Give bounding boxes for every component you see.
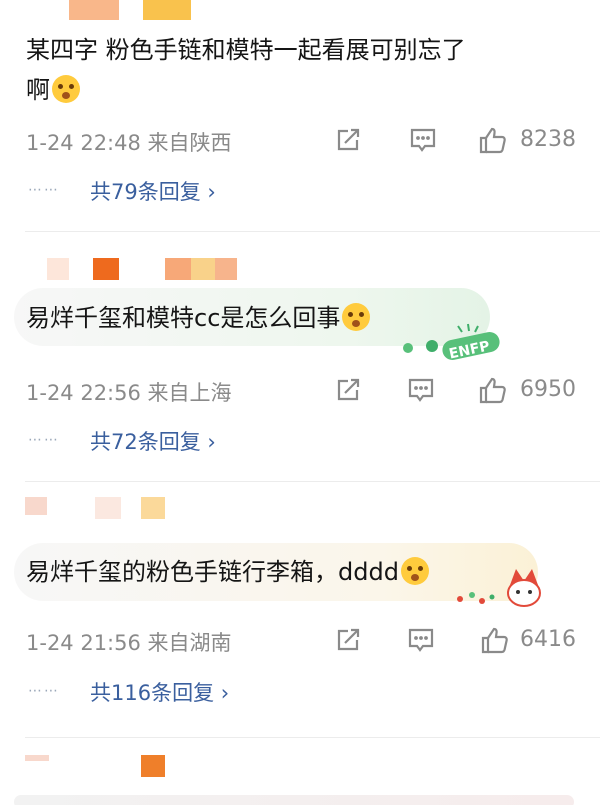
- smiling-face-emoji-icon: [400, 557, 429, 585]
- divider: [25, 737, 600, 738]
- thinking-face-emoji-icon: [342, 303, 371, 331]
- comment-text: 易烊千玺和模特cc是怎么回事: [26, 298, 371, 338]
- enfp-sticker: ENFP: [398, 322, 508, 363]
- divider: [25, 231, 600, 232]
- comment-meta-row: 1-24 22:48 来自陕西 8238: [26, 125, 586, 157]
- reply-dots: ⋯⋯: [28, 182, 60, 198]
- timestamp-location: 1-24 22:48 来自陕西: [26, 131, 232, 155]
- share-icon[interactable]: [333, 375, 363, 405]
- comment-meta-row: 1-24 21:56 来自湖南 6416: [26, 625, 586, 657]
- cat-sticker: [452, 565, 548, 611]
- like-count: 8238: [520, 127, 576, 152]
- chevron-right-icon: ›: [220, 681, 230, 705]
- reply-dots: ⋯⋯: [28, 683, 60, 699]
- like-count: 6416: [520, 627, 576, 652]
- comment-text-line2: 啊: [26, 70, 80, 110]
- comment-2: 易烊千玺和模特cc是怎么回事 ENFP 1-24 22:56 来自上海 6950…: [0, 258, 600, 480]
- comment-1: 某四字 粉色手链和模特一起看展可别忘了 啊 1-24 22:48 来自陕西 82…: [0, 0, 600, 232]
- divider: [25, 481, 600, 482]
- replies-count: 共72条回复 ›: [90, 430, 216, 454]
- comment-text: 易烊千玺的粉色手链行李箱，dddd: [26, 552, 429, 592]
- replies-count: 共79条回复 ›: [90, 180, 216, 204]
- chevron-right-icon: ›: [207, 430, 216, 454]
- thumbs-up-icon[interactable]: [478, 375, 508, 405]
- timestamp-location: 1-24 22:56 来自上海: [26, 381, 232, 405]
- replies-count: 共116条回复 ›: [90, 681, 230, 705]
- shocked-face-emoji-icon: [52, 75, 80, 103]
- thumbs-up-icon[interactable]: [480, 625, 510, 655]
- thumbs-up-icon[interactable]: [478, 125, 508, 155]
- comment-icon[interactable]: [406, 625, 436, 655]
- comment-4-partial: [0, 755, 600, 805]
- reply-dots: ⋯⋯: [28, 432, 60, 448]
- comment-icon[interactable]: [406, 375, 436, 405]
- comment-text-cutoff: [14, 795, 574, 805]
- comment-meta-row: 1-24 22:56 来自上海 6950: [26, 375, 586, 407]
- share-icon[interactable]: [333, 125, 363, 155]
- comment-3: 易烊千玺的粉色手链行李箱，dddd 1-24 21:56 来自湖南 6416 ⋯…: [0, 497, 600, 737]
- share-icon[interactable]: [333, 625, 363, 655]
- comment-icon[interactable]: [408, 125, 438, 155]
- like-count: 6950: [520, 377, 576, 402]
- comment-text: 某四字 粉色手链和模特一起看展可别忘了: [26, 36, 466, 64]
- chevron-right-icon: ›: [207, 180, 216, 204]
- timestamp-location: 1-24 21:56 来自湖南: [26, 631, 232, 655]
